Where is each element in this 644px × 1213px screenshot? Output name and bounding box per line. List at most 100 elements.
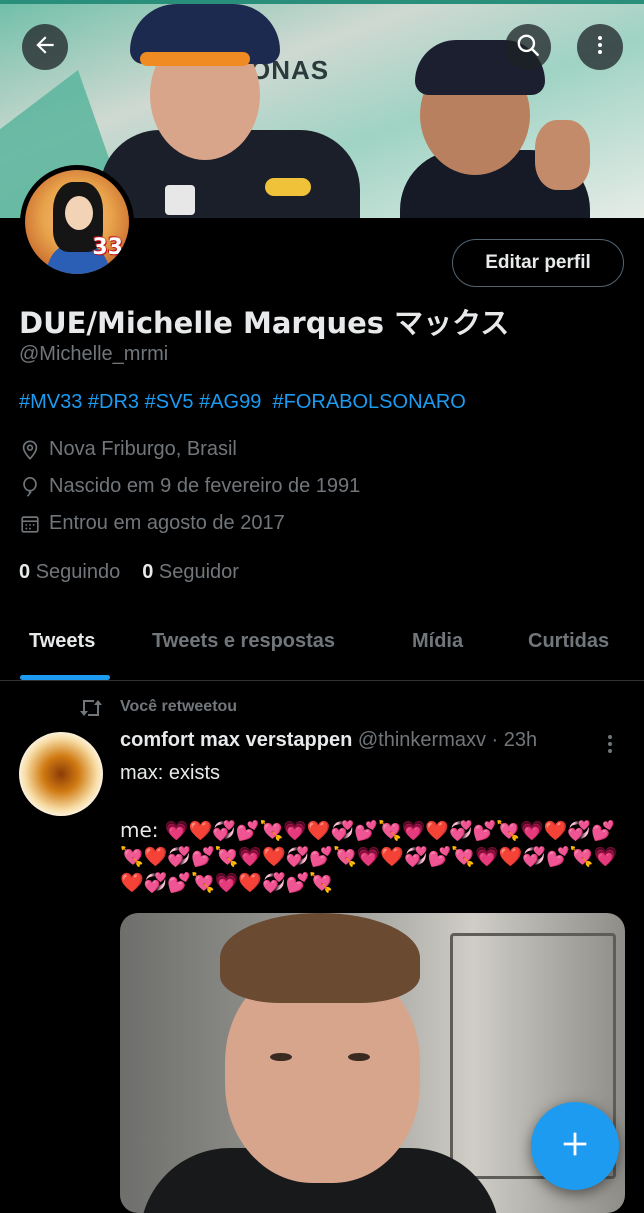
heart-emoji: 💕 (472, 820, 497, 842)
heart-emoji: ❤️ (238, 872, 263, 894)
heart-emoji: ❤️ (306, 820, 331, 842)
heart-emoji: 💕 (354, 820, 378, 842)
heart-emoji: 💗 (356, 846, 381, 868)
heart-emoji: 💞 (404, 846, 428, 868)
heart-emoji: ❤️ (425, 820, 449, 842)
tweet-author-handle[interactable]: @thinkermaxv (358, 729, 486, 751)
heart-emoji: 💞 (285, 846, 310, 868)
birthday-text: Nascido em 9 de fevereiro de 1991 (49, 475, 361, 497)
heart-emoji: 💗 (475, 846, 499, 868)
heart-emoji: 💕 (285, 872, 310, 894)
retweet-label: Você retweetou (120, 698, 238, 715)
heart-emoji: 💕 (546, 846, 570, 868)
heart-emoji: ❤️ (188, 820, 213, 842)
heart-emoji: ❤️ (262, 846, 286, 868)
tab-likes[interactable]: Curtidas (528, 630, 609, 653)
heart-emoji: 💘 (191, 872, 215, 894)
heart-emoji: 💗 (401, 820, 426, 842)
profile-tabs: Tweets Tweets e respostas Mídia Curtidas (0, 612, 644, 681)
heart-emoji: 💞 (143, 872, 168, 894)
heart-emoji: 💕 (167, 872, 192, 894)
profile-bio-hashtags[interactable]: #MV33 #DR3 #SV5 #AG99 #FORABOLSONARO (19, 391, 466, 414)
heart-emoji: 💕 (191, 846, 215, 868)
location-row: Nova Friburgo, Brasil (19, 438, 237, 461)
heart-emoji: 💘 (309, 872, 334, 894)
followers-link[interactable]: 0 Seguidor (142, 561, 239, 584)
heart-emoji: ❤️ (120, 872, 144, 894)
heart-emoji: 💗 (283, 820, 307, 842)
tweet-author-avatar[interactable] (19, 732, 103, 816)
heart-emoji: ❤️ (380, 846, 405, 868)
banner-person2-hand (535, 120, 590, 190)
tweet-header: comfort max verstappen @thinkermaxv · 23… (120, 729, 537, 752)
follow-stats: 0 Seguindo 0 Seguidor (19, 561, 239, 584)
banner-topline (0, 0, 644, 4)
heart-emoji: 💘 (333, 846, 357, 868)
heart-emoji: 💗 (164, 820, 189, 842)
calendar-icon (19, 513, 41, 535)
heart-emoji: 💞 (212, 820, 236, 842)
media-person-hair (220, 913, 420, 1003)
joined-row: Entrou em agosto de 2017 (19, 512, 285, 535)
followers-label: Seguidor (158, 561, 239, 583)
more-vertical-icon (588, 33, 612, 62)
banner-sponsor-badge (265, 178, 311, 196)
heart-emoji: ❤️ (498, 846, 523, 868)
search-button[interactable] (505, 24, 551, 70)
heart-emoji: 💗 (214, 872, 239, 894)
more-options-button[interactable] (577, 24, 623, 70)
heart-emoji: 💕 (590, 820, 615, 842)
followers-count: 0 (142, 561, 154, 583)
heart-emoji: 💗 (238, 846, 263, 868)
joined-text: Entrou em agosto de 2017 (49, 512, 285, 534)
heart-emoji: 💕 (235, 820, 260, 842)
heart-emoji: 💞 (330, 820, 355, 842)
heart-emoji: 💘 (120, 846, 144, 868)
tab-tweets[interactable]: Tweets (29, 630, 95, 653)
heart-emoji: 💞 (567, 820, 591, 842)
heart-emoji: 💘 (451, 846, 476, 868)
heart-emoji: 💕 (309, 846, 334, 868)
heart-emoji: 💗 (593, 846, 618, 868)
following-count: 0 (19, 561, 31, 583)
birthday-row: Nascido em 9 de fevereiro de 1991 (19, 475, 360, 498)
compose-tweet-button[interactable] (531, 1102, 619, 1190)
following-link[interactable]: 0 Seguindo (19, 561, 120, 584)
avatar-face (65, 196, 93, 230)
heart-emoji: 💕 (427, 846, 452, 868)
heart-emoji: 💘 (569, 846, 594, 868)
banner-sponsor-patch (165, 185, 195, 215)
heart-emoji: ❤️ (143, 846, 168, 868)
heart-emoji: 💞 (167, 846, 192, 868)
media-person-eye (348, 1053, 370, 1061)
back-button[interactable] (22, 24, 68, 70)
heart-emoji: 💞 (262, 872, 286, 894)
plus-icon (558, 1127, 592, 1166)
heart-emoji: 💞 (522, 846, 547, 868)
location-text: Nova Friburgo, Brasil (49, 438, 237, 460)
edit-profile-button[interactable]: Editar perfil (452, 239, 624, 287)
search-icon (515, 32, 541, 63)
tweet-text-prefix: me: (120, 818, 165, 842)
tweet-text-line1: max: exists (120, 762, 221, 784)
heart-emoji: 💘 (214, 846, 239, 868)
avatar-image: 33 (25, 170, 129, 274)
username-handle: @Michelle_mrmi (19, 343, 169, 365)
banner-person-cap-brim (140, 52, 250, 66)
display-name: DUE/Michelle Marques マックス (19, 306, 510, 340)
tab-media[interactable]: Mídia (412, 630, 463, 653)
heart-emoji: ❤️ (543, 820, 568, 842)
tweet-separator: · (491, 729, 499, 751)
tweet-author-name[interactable]: comfort max verstappen (120, 729, 352, 751)
tweet-time[interactable]: 23h (504, 729, 537, 751)
active-tab-indicator (20, 675, 110, 680)
avatar-number: 33 (92, 235, 123, 260)
heart-emoji: 💞 (448, 820, 473, 842)
tweet-menu-icon[interactable] (600, 732, 620, 761)
retweet-icon (78, 697, 104, 724)
heart-emoji: 💘 (259, 820, 284, 842)
location-pin-icon (19, 439, 41, 461)
tab-tweets-and-replies[interactable]: Tweets e respostas (152, 630, 335, 653)
tweet-text-line2: me: 💗❤️💞💕💘💗❤️💞💕💘💗❤️💞💕💘💗❤️💞💕💘❤️💞💕💘💗❤️💞💕💘💗… (120, 818, 620, 896)
profile-avatar[interactable]: 33 (20, 165, 134, 279)
